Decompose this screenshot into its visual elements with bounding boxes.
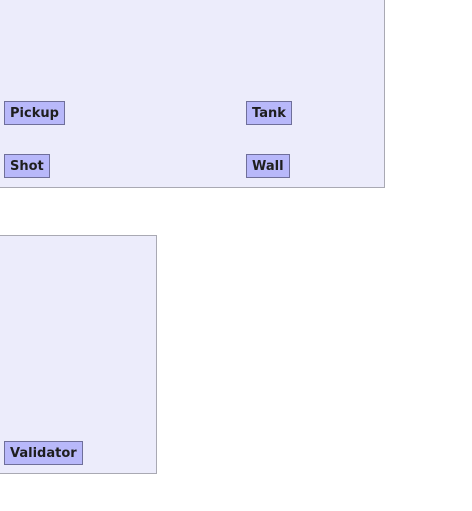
class-pickup[interactable]: Pickup: [4, 101, 65, 125]
class-wall[interactable]: Wall: [246, 154, 290, 178]
class-shot[interactable]: Shot: [4, 154, 50, 178]
package-entities: [0, 0, 385, 188]
diagram-canvas: Pickup Tank Shot Wall Validator: [0, 0, 472, 511]
class-tank[interactable]: Tank: [246, 101, 292, 125]
class-validator[interactable]: Validator: [4, 441, 83, 465]
package-validation: [0, 235, 157, 474]
